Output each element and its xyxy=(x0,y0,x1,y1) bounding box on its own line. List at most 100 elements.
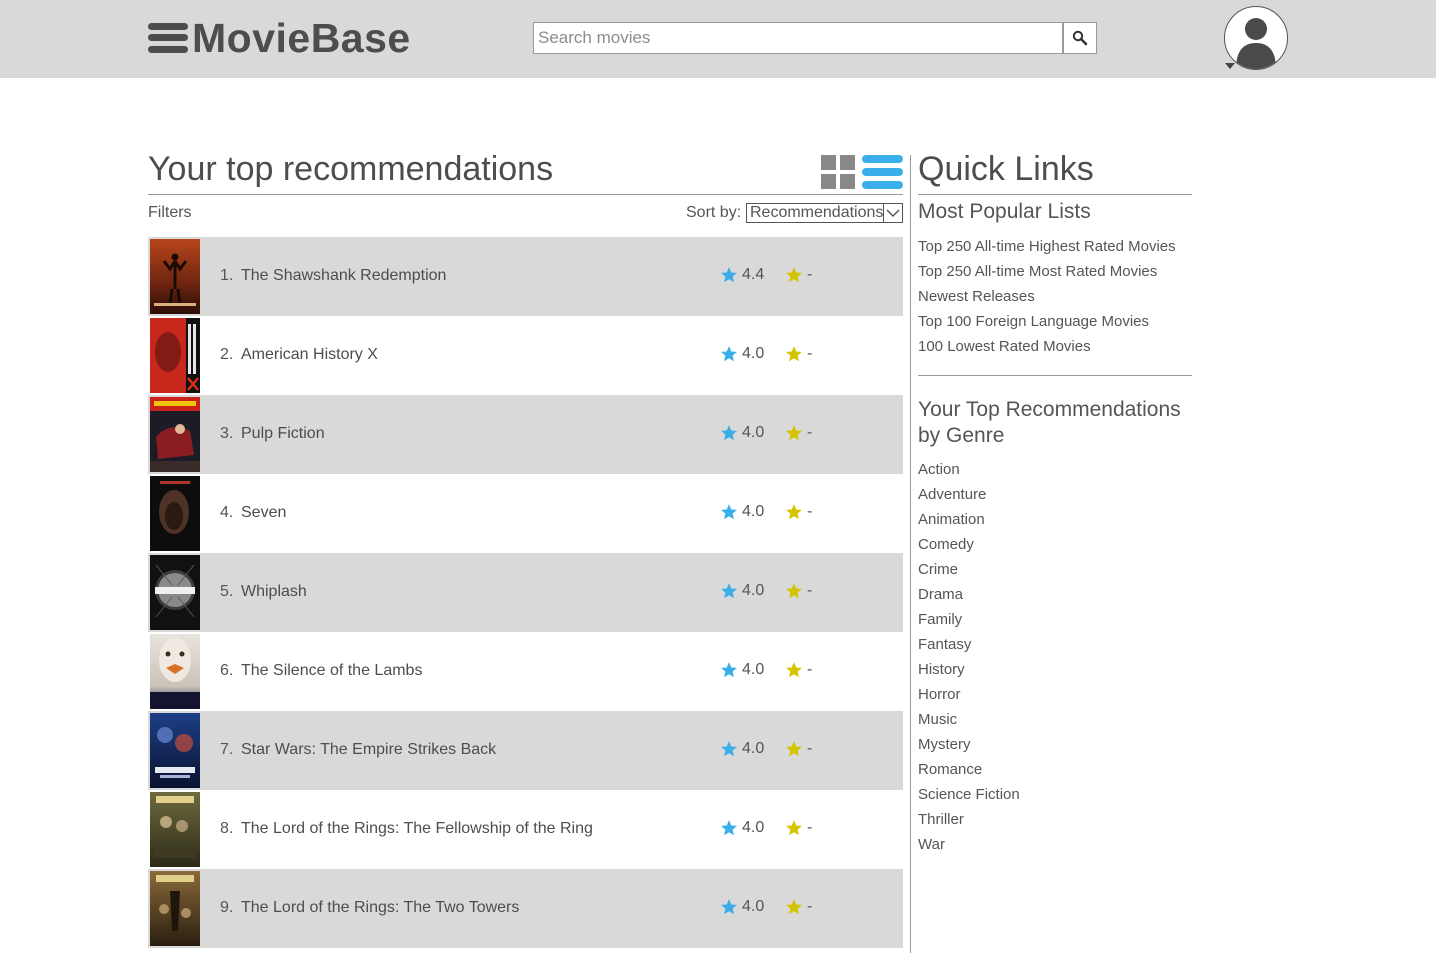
genre-link[interactable]: Adventure xyxy=(918,485,1020,510)
user-rating: - xyxy=(807,503,813,520)
movie-row[interactable]: 5. Whiplash 4.0 - xyxy=(148,553,903,632)
popular-lists: Top 250 All-time Highest Rated Movies To… xyxy=(918,237,1176,362)
divider xyxy=(918,375,1192,376)
genre-link[interactable]: Drama xyxy=(918,585,1020,610)
movie-row[interactable]: 4. Seven 4.0 - xyxy=(148,474,903,553)
hamburger-menu-icon[interactable] xyxy=(148,22,188,54)
average-rating-star-icon xyxy=(721,583,737,599)
user-icon xyxy=(1236,18,1276,69)
genre-link[interactable]: Mystery xyxy=(918,735,1020,760)
list-view-icon[interactable] xyxy=(862,155,903,189)
average-rating-star-icon xyxy=(721,504,737,520)
genre-link[interactable]: Action xyxy=(918,460,1020,485)
movie-title[interactable]: American History X xyxy=(241,346,378,364)
grid-view-icon[interactable] xyxy=(821,155,855,189)
genre-link[interactable]: Family xyxy=(918,610,1020,635)
top-bar: MovieBase xyxy=(0,0,1436,78)
average-rating-star-icon xyxy=(721,346,737,362)
average-rating: 4.0 xyxy=(742,819,765,836)
user-rating: - xyxy=(807,266,813,283)
movie-row[interactable]: 9. The Lord of the Rings: The Two Towers… xyxy=(148,869,903,948)
movie-row[interactable]: 2. American History X 4.0 - xyxy=(148,316,903,395)
user-rating-star-icon[interactable] xyxy=(785,740,803,758)
avatar[interactable] xyxy=(1224,6,1288,70)
user-rating-star-icon[interactable] xyxy=(785,266,803,284)
user-rating: - xyxy=(807,661,813,678)
user-rating-star-icon[interactable] xyxy=(785,661,803,679)
genre-link[interactable]: History xyxy=(918,660,1020,685)
average-rating-star-icon xyxy=(721,662,737,678)
average-rating-star-icon xyxy=(721,267,737,283)
search-icon xyxy=(1072,30,1088,46)
quick-links-title: Quick Links xyxy=(918,150,1094,188)
movie-poster[interactable] xyxy=(150,476,200,551)
genre-link[interactable]: War xyxy=(918,835,1020,860)
movie-poster[interactable] xyxy=(150,713,200,788)
logo[interactable]: MovieBase xyxy=(148,17,411,59)
movie-poster[interactable] xyxy=(150,871,200,946)
popular-list-link[interactable]: Top 250 All-time Highest Rated Movies xyxy=(918,237,1176,262)
movie-title[interactable]: The Lord of the Rings: The Fellowship of… xyxy=(241,820,593,838)
movie-poster[interactable] xyxy=(150,239,200,314)
divider xyxy=(148,194,903,195)
movie-title[interactable]: The Shawshank Redemption xyxy=(241,267,446,285)
genre-link[interactable]: Comedy xyxy=(918,535,1020,560)
movie-row[interactable]: 8. The Lord of the Rings: The Fellowship… xyxy=(148,790,903,869)
user-rating-star-icon[interactable] xyxy=(785,819,803,837)
genre-link[interactable]: Science Fiction xyxy=(918,785,1020,810)
popular-list-link[interactable]: Top 100 Foreign Language Movies xyxy=(918,312,1176,337)
search-input[interactable] xyxy=(533,22,1063,54)
logo-text[interactable]: MovieBase xyxy=(192,17,411,59)
genre-link[interactable]: Fantasy xyxy=(918,635,1020,660)
movie-rank: 5. xyxy=(220,583,234,600)
popular-list-link[interactable]: Newest Releases xyxy=(918,287,1176,312)
movie-rank: 2. xyxy=(220,346,234,363)
sort-select[interactable]: Recommendations xyxy=(746,203,903,223)
popular-lists-heading: Most Popular Lists xyxy=(918,200,1091,223)
user-rating-star-icon[interactable] xyxy=(785,345,803,363)
popular-list-link[interactable]: 100 Lowest Rated Movies xyxy=(918,337,1176,362)
movie-row[interactable]: 1. The Shawshank Redemption 4.4 - xyxy=(148,237,903,316)
genre-link[interactable]: Romance xyxy=(918,760,1020,785)
movie-rank: 4. xyxy=(220,504,234,521)
movie-title[interactable]: Seven xyxy=(241,504,286,522)
movie-title[interactable]: Star Wars: The Empire Strikes Back xyxy=(241,741,496,759)
genre-link[interactable]: Thriller xyxy=(918,810,1020,835)
user-rating-star-icon[interactable] xyxy=(785,503,803,521)
movie-title[interactable]: The Lord of the Rings: The Two Towers xyxy=(241,899,519,917)
movie-row[interactable]: 3. Pulp Fiction 4.0 - xyxy=(148,395,903,474)
genre-link[interactable]: Crime xyxy=(918,560,1020,585)
movie-poster[interactable] xyxy=(150,318,200,393)
movie-poster[interactable] xyxy=(150,792,200,867)
search-button[interactable] xyxy=(1063,22,1097,54)
average-rating-star-icon xyxy=(721,425,737,441)
average-rating-star-icon xyxy=(721,741,737,757)
movie-title[interactable]: Pulp Fiction xyxy=(241,425,325,443)
average-rating: 4.0 xyxy=(742,740,765,757)
movie-title[interactable]: Whiplash xyxy=(241,583,307,601)
user-rating-star-icon[interactable] xyxy=(785,424,803,442)
genre-link[interactable]: Horror xyxy=(918,685,1020,710)
popular-list-link[interactable]: Top 250 All-time Most Rated Movies xyxy=(918,262,1176,287)
movie-title[interactable]: The Silence of the Lambs xyxy=(241,662,422,680)
movie-poster[interactable] xyxy=(150,397,200,472)
user-rating-star-icon[interactable] xyxy=(785,582,803,600)
genre-link[interactable]: Music xyxy=(918,710,1020,735)
movie-row[interactable]: 6. The Silence of the Lambs 4.0 - xyxy=(148,632,903,711)
user-rating: - xyxy=(807,819,813,836)
user-rating: - xyxy=(807,740,813,757)
filters-toggle[interactable]: Filters xyxy=(148,204,192,222)
movie-rank: 8. xyxy=(220,820,234,837)
page-title: Your top recommendations xyxy=(148,150,554,188)
average-rating: 4.0 xyxy=(742,582,765,599)
genre-link[interactable]: Animation xyxy=(918,510,1020,535)
movie-row[interactable]: 7. Star Wars: The Empire Strikes Back 4.… xyxy=(148,711,903,790)
genre-list: Action Adventure Animation Comedy Crime … xyxy=(918,460,1020,860)
user-rating-star-icon[interactable] xyxy=(785,898,803,916)
movie-rank: 6. xyxy=(220,662,234,679)
user-rating: - xyxy=(807,898,813,915)
avatar-dropdown-icon[interactable] xyxy=(1225,63,1235,69)
genre-recommendations-heading: Your Top Recommendations by Genre xyxy=(918,398,1181,447)
movie-poster[interactable] xyxy=(150,634,200,709)
movie-poster[interactable] xyxy=(150,555,200,630)
